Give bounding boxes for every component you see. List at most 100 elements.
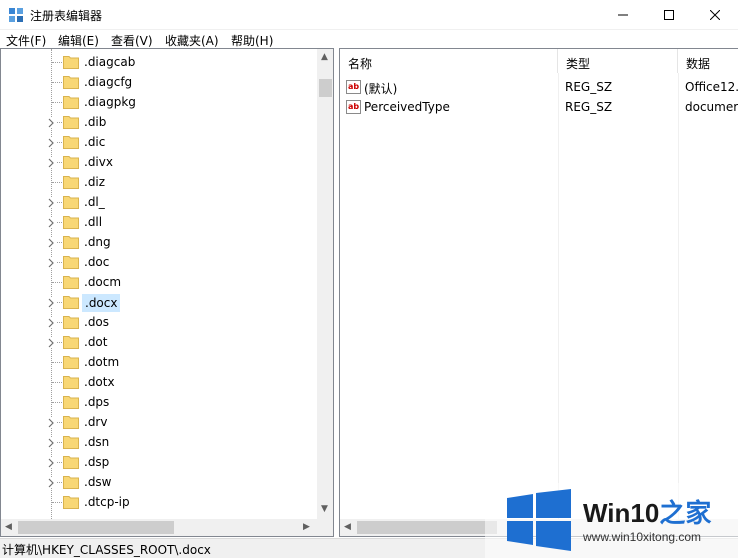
chevron-right-icon[interactable] xyxy=(46,437,56,448)
folder-icon xyxy=(63,335,79,349)
tree-guide-line xyxy=(52,382,62,383)
close-button[interactable] xyxy=(692,0,738,30)
chevron-right-icon[interactable] xyxy=(46,117,56,128)
menu-view[interactable]: 查看(V) xyxy=(111,32,153,49)
menu-help[interactable]: 帮助(H) xyxy=(231,32,273,49)
tree-item-label: .diagpkg xyxy=(84,95,136,109)
tree-item[interactable]: .diagpkg xyxy=(1,92,317,112)
watermark-title-a: Win10 xyxy=(583,498,660,528)
tree-item-label: .dl_ xyxy=(84,195,105,209)
column-header-data[interactable]: 数据 xyxy=(678,49,738,73)
tree-item[interactable]: .dot xyxy=(1,332,317,352)
column-header-type[interactable]: 类型 xyxy=(558,49,678,73)
tree-item[interactable]: .dng xyxy=(1,232,317,252)
tree-guide-line xyxy=(52,82,62,83)
windows-logo-icon xyxy=(507,489,571,551)
folder-icon xyxy=(63,315,79,329)
chevron-right-icon[interactable] xyxy=(46,257,56,268)
chevron-right-icon[interactable] xyxy=(46,137,56,148)
string-value-icon: ab xyxy=(346,100,361,114)
folder-icon xyxy=(63,415,79,429)
folder-icon xyxy=(63,395,79,409)
maximize-button[interactable] xyxy=(646,0,692,30)
tree-item-label: .doc xyxy=(84,255,110,269)
tree-guide-line xyxy=(52,102,62,103)
tree-item-label: .dsw xyxy=(84,475,112,489)
tree-item[interactable]: .docx xyxy=(1,292,317,312)
tree-item[interactable]: .drv xyxy=(1,412,317,432)
tree-item[interactable]: .dsp xyxy=(1,452,317,472)
scroll-left-icon[interactable]: ◀ xyxy=(344,522,351,532)
menu-edit[interactable]: 编辑(E) xyxy=(58,32,99,49)
tree-guide-line xyxy=(52,62,62,63)
tree-item[interactable]: .docm xyxy=(1,272,317,292)
tree-item-label: .dotm xyxy=(84,355,120,369)
maximize-icon xyxy=(664,10,674,20)
folder-icon xyxy=(63,255,79,269)
scroll-left-icon[interactable]: ◀ xyxy=(5,522,12,532)
tree-item[interactable]: .divx xyxy=(1,152,317,172)
tree-item-label: .drv xyxy=(84,415,108,429)
tree-item[interactable]: .dib xyxy=(1,112,317,132)
scroll-thumb[interactable] xyxy=(319,79,332,97)
tree-vertical-scrollbar[interactable]: ▲ ▼ xyxy=(317,49,333,519)
scroll-up-icon[interactable]: ▲ xyxy=(321,52,328,62)
key-tree[interactable]: .diagcab .diagcfg .diagpkg .dib .dic .divx .di… xyxy=(0,48,334,537)
tree-item[interactable]: .dos xyxy=(1,312,317,332)
scroll-thumb[interactable] xyxy=(18,521,174,534)
minimize-button[interactable] xyxy=(600,0,646,30)
tree-item[interactable]: .dll xyxy=(1,212,317,232)
value-row[interactable]: ab (默认) REG_SZ Office12. xyxy=(340,77,738,97)
value-name: (默认) xyxy=(364,82,398,96)
chevron-right-icon[interactable] xyxy=(46,237,56,248)
folder-icon xyxy=(63,295,79,309)
close-icon xyxy=(710,10,720,20)
tree-horizontal-scrollbar[interactable]: ◀ ▶ xyxy=(1,519,317,536)
tree-item[interactable]: .dtcp-ip xyxy=(1,492,317,512)
scroll-right-icon[interactable]: ▶ xyxy=(303,522,310,532)
scrollbar-corner xyxy=(317,519,333,536)
tree-item-label: .docm xyxy=(84,275,122,289)
chevron-right-icon[interactable] xyxy=(46,417,56,428)
tree-guide-line xyxy=(52,182,62,183)
tree-item[interactable]: .doc xyxy=(1,252,317,272)
tree-item-label: .dng xyxy=(84,235,111,249)
folder-icon xyxy=(63,155,79,169)
tree-guide-line xyxy=(52,362,62,363)
chevron-right-icon[interactable] xyxy=(46,477,56,488)
scroll-down-icon[interactable]: ▼ xyxy=(321,504,328,514)
tree-item[interactable]: .dic xyxy=(1,132,317,152)
watermark-url: www.win10xitong.com xyxy=(583,530,702,544)
tree-item[interactable]: .diagcfg xyxy=(1,72,317,92)
tree-item[interactable]: .diz xyxy=(1,172,317,192)
value-row[interactable]: ab PerceivedType REG_SZ documer xyxy=(340,97,738,117)
column-divider xyxy=(558,73,559,519)
tree-item[interactable]: .dl_ xyxy=(1,192,317,212)
chevron-right-icon[interactable] xyxy=(46,337,56,348)
folder-icon xyxy=(63,355,79,369)
tree-item[interactable]: .dps xyxy=(1,392,317,412)
string-value-icon: ab xyxy=(346,80,361,94)
tree-item[interactable]: .dotx xyxy=(1,372,317,392)
column-header-name[interactable]: 名称 xyxy=(340,49,558,73)
tree-item[interactable]: .dsn xyxy=(1,432,317,452)
menu-file[interactable]: 文件(F) xyxy=(6,32,46,49)
tree-item[interactable]: .diagcab xyxy=(1,52,317,72)
status-path: 计算机\HKEY_CLASSES_ROOT\.docx xyxy=(2,543,211,557)
chevron-right-icon[interactable] xyxy=(46,217,56,228)
chevron-right-icon[interactable] xyxy=(46,157,56,168)
chevron-right-icon[interactable] xyxy=(46,457,56,468)
folder-icon xyxy=(63,55,79,69)
values-list[interactable]: 名称 类型 数据 ab (默认) REG_SZ Office12. ab Per… xyxy=(339,48,738,537)
chevron-right-icon[interactable] xyxy=(46,297,56,308)
chevron-right-icon[interactable] xyxy=(46,197,56,208)
chevron-right-icon[interactable] xyxy=(46,317,56,328)
scroll-thumb[interactable] xyxy=(357,521,497,534)
tree-item-label: .diagcab xyxy=(84,55,136,69)
menu-favorites[interactable]: 收藏夹(A) xyxy=(165,32,219,49)
tree-guide-line xyxy=(52,282,62,283)
watermark-title: Win10之家 xyxy=(583,493,711,530)
tree-item[interactable]: .dsw xyxy=(1,472,317,492)
tree-item[interactable]: .dotm xyxy=(1,352,317,372)
tree-item-label: .docx xyxy=(82,294,121,312)
